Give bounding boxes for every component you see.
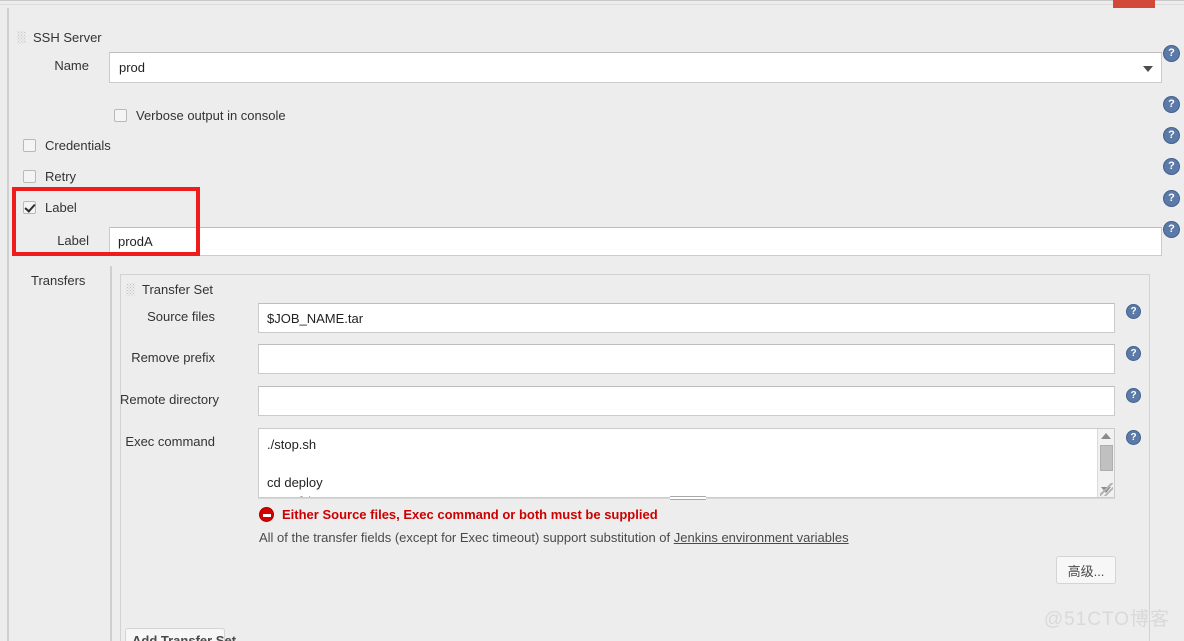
help-icon-label-toggle[interactable]: ?	[1163, 190, 1180, 207]
credentials-checkbox[interactable]	[23, 139, 36, 152]
exec-command-textarea[interactable]: ./stop.sh cd deploy tar xvf $JOB_NAME.ta…	[258, 428, 1115, 498]
transfer-set-title-label: Transfer Set	[142, 282, 214, 298]
help-icon-retry[interactable]: ?	[1163, 158, 1180, 175]
ssh-server-section-title: SSH Server	[17, 29, 102, 45]
advanced-button[interactable]: 高级...	[1056, 556, 1116, 584]
remote-directory-label: Remote directory	[120, 392, 219, 407]
drag-handle-icon[interactable]	[17, 31, 26, 45]
watermark: @51CTO博客	[1043, 609, 1170, 630]
help-icon-verbose[interactable]: ?	[1163, 96, 1180, 113]
transfer-help-text: All of the transfer fields (except for E…	[259, 530, 849, 545]
remote-directory-input[interactable]	[258, 386, 1115, 416]
help-icon-name[interactable]: ?	[1163, 45, 1180, 62]
exec-command-label: Exec command	[125, 434, 215, 449]
textarea-resize-grip[interactable]	[1100, 483, 1113, 496]
label-toggle-label: Label	[45, 200, 77, 215]
label-input[interactable]	[109, 227, 1162, 256]
label-checkbox[interactable]	[23, 201, 36, 214]
help-icon-label-field[interactable]: ?	[1163, 221, 1180, 238]
help-icon-remote-directory[interactable]: ?	[1126, 388, 1141, 403]
credentials-label: Credentials	[45, 138, 111, 153]
retry-checkbox-row[interactable]: Retry	[23, 169, 76, 184]
source-files-input[interactable]	[258, 303, 1115, 333]
retry-label: Retry	[45, 169, 77, 184]
label-checkbox-row[interactable]: Label	[23, 200, 77, 215]
credentials-checkbox-row[interactable]: Credentials	[23, 138, 111, 153]
textarea-horizontal-resize-handle[interactable]	[670, 496, 706, 502]
add-transfer-set-button[interactable]: Add Transfer Set	[125, 628, 236, 641]
verbose-output-label: Verbose output in console	[136, 108, 286, 123]
label-field-label: Label	[57, 233, 89, 248]
transfer-help-prefix: All of the transfer fields (except for E…	[259, 530, 674, 545]
exec-command-value: ./stop.sh cd deploy tar xvf $JOB_NAME.ta…	[267, 437, 402, 497]
verbose-output-checkbox-row[interactable]: Verbose output in console	[114, 108, 286, 123]
remove-prefix-label: Remove prefix	[131, 350, 215, 365]
validation-error-text: Either Source files, Exec command or bot…	[282, 507, 658, 522]
help-icon-remove-prefix[interactable]: ?	[1126, 346, 1141, 361]
verbose-output-checkbox[interactable]	[114, 109, 127, 122]
ssh-server-title-label: SSH Server	[33, 30, 102, 46]
scroll-up-icon[interactable]	[1101, 433, 1111, 439]
help-icon-credentials[interactable]: ?	[1163, 127, 1180, 144]
error-icon	[259, 507, 274, 522]
help-icon-exec-command[interactable]: ?	[1126, 430, 1141, 445]
server-name-value: prod	[119, 60, 146, 75]
remove-prefix-input[interactable]	[258, 344, 1115, 374]
scrollbar-thumb[interactable]	[1100, 445, 1113, 471]
drag-handle-icon-transfer-set[interactable]	[126, 283, 135, 297]
validation-error: Either Source files, Exec command or bot…	[259, 507, 658, 522]
transfer-set-title: Transfer Set	[126, 281, 213, 297]
server-name-select[interactable]: prod	[109, 52, 1162, 83]
help-icon-source-files[interactable]: ?	[1126, 304, 1141, 319]
source-files-label: Source files	[147, 309, 215, 324]
transfers-section-label: Transfers	[31, 273, 86, 288]
name-label: Name	[54, 58, 89, 73]
ssh-publisher-config-panel: X SSH Server Name prod Verbose output in…	[0, 0, 1184, 641]
jenkins-env-vars-link[interactable]: Jenkins environment variables	[674, 530, 849, 545]
retry-checkbox[interactable]	[23, 170, 36, 183]
chevron-down-icon[interactable]	[1143, 65, 1153, 72]
top-divider	[0, 0, 1184, 5]
